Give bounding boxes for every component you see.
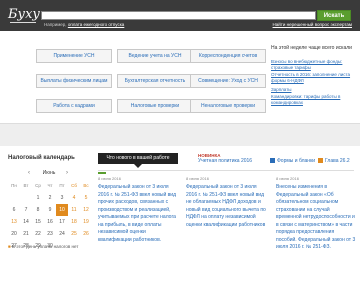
weekday-label: Пн — [11, 183, 17, 188]
calendar-legend: ■ В этот день уплаты налогов нет — [8, 244, 88, 250]
search-hint-example[interactable]: оплата ежегодного отпуска — [68, 22, 124, 27]
tab-pointer-icon — [134, 164, 142, 168]
calendar-day[interactable]: 3 — [56, 192, 68, 204]
news-text[interactable]: Федеральный закон от 3 июля 2016 г. № 25… — [98, 184, 178, 244]
calendar-day[interactable]: 11 — [68, 204, 80, 216]
calendar-weekdays: Пн Вт Ср Чт Пт Сб Вс — [8, 180, 92, 192]
calendar-week: 20 21 22 23 24 25 26 — [8, 228, 92, 240]
button-usn-accounting[interactable]: Ведение учета на УСН — [117, 49, 193, 63]
tab-chapter-label: Глава 26.2 — [325, 158, 350, 164]
search-hint: Например, оплата ежегодного отпуска — [44, 22, 124, 27]
tab-chapter-26-2[interactable]: Глава 26.2 — [318, 158, 350, 164]
faq-link-salary[interactable]: Зарплаты — [271, 87, 356, 93]
calendar-day[interactable]: 16 — [44, 216, 56, 228]
legend-marker-icon: ■ — [8, 244, 11, 249]
tab-forms-label: Формы и бланки — [277, 158, 316, 164]
weekday-label: Вс — [83, 183, 89, 188]
calendar-day[interactable]: 21 — [20, 228, 32, 240]
faq-title: На этой неделе чаще всего искали — [271, 45, 352, 51]
button-tax-audits[interactable]: Налоговые проверки — [117, 99, 193, 113]
calendar-day[interactable]: 25 — [68, 228, 80, 240]
calendar-month: Июнь — [42, 170, 56, 176]
calendar-day[interactable]: 23 — [44, 228, 56, 240]
calendar-day[interactable]: 9 — [44, 204, 56, 216]
news-item[interactable]: 8 июня 2016 Внесены изменения в Федераль… — [276, 176, 356, 252]
tab-forms[interactable]: Формы и бланки — [270, 158, 315, 164]
button-hr-work[interactable]: Работа с кадрами — [36, 99, 112, 113]
faq-link-6ndfl[interactable]: Отчетность в 2016: заполнение листа форм… — [271, 72, 356, 83]
calendar-day[interactable]: 18 — [68, 216, 80, 228]
weekday-label: Вт — [23, 183, 29, 188]
logo-underline — [10, 22, 36, 23]
tab-accounting-policy[interactable]: Учетная политика 2016 — [198, 158, 252, 164]
button-usn-application[interactable]: Применение УСН — [36, 49, 112, 63]
calendar-day[interactable]: 22 — [32, 228, 44, 240]
calendar-day[interactable] — [20, 192, 32, 204]
faq-link-trips[interactable]: Командировки: тарифы работы в командиров… — [271, 94, 356, 105]
calendar-week: 13 14 15 16 17 18 19 — [8, 216, 92, 228]
calendar-day[interactable]: 24 — [56, 228, 68, 240]
calendar-legend-text: В этот день уплаты налогов нет — [11, 244, 79, 249]
calendar-day[interactable]: 7 — [20, 204, 32, 216]
calendar-day[interactable]: 2 — [44, 192, 56, 204]
search-hint-prefix: Например, — [44, 22, 67, 27]
calendar-week: 6 7 8 9 10 11 12 — [8, 204, 92, 216]
news-date: 8 июня 2016 — [276, 176, 299, 181]
calendar-day[interactable]: 6 — [8, 204, 20, 216]
promo-band — [0, 123, 360, 146]
faq-link-insurance[interactable]: Взносы во внебюджетные фонды: страховые … — [271, 59, 356, 70]
calendar-day[interactable]: 5 — [80, 192, 92, 204]
calendar-day[interactable]: 1 — [32, 192, 44, 204]
news-date: 8 июня 2016 — [98, 176, 121, 181]
calendar-week: 1 2 3 4 5 — [8, 192, 92, 204]
calendar-day[interactable]: 4 — [68, 192, 80, 204]
weekday-label: Пт — [59, 183, 65, 188]
calendar-day[interactable]: 20 — [8, 228, 20, 240]
weekday-label: Сб — [71, 183, 77, 188]
button-nontax-audits[interactable]: Неналоговые проверки — [190, 99, 266, 113]
calendar-title: Налоговый календарь — [8, 155, 75, 161]
calendar-month-switcher: Июнь ‹ › — [8, 169, 90, 177]
button-account-correspondence[interactable]: Корреспонденция счетов — [190, 49, 266, 63]
next-month-icon[interactable]: › — [66, 169, 68, 177]
news-item[interactable]: 8 июня 2016 Федеральный закон от 3 июля … — [98, 176, 178, 244]
tab-whats-new[interactable]: Что нового в вашей работе — [98, 153, 178, 164]
calendar-day[interactable]: 19 — [80, 216, 92, 228]
tabs-divider — [98, 170, 354, 171]
calendar-day[interactable]: 14 — [20, 216, 32, 228]
calendar-day[interactable]: 26 — [80, 228, 92, 240]
weekday-label: Ср — [35, 183, 41, 188]
button-financial-statements[interactable]: Бухгалтерская отчетность — [117, 74, 193, 88]
search-input[interactable] — [42, 12, 315, 19]
search-button[interactable]: Искать — [317, 10, 351, 21]
button-payments-individuals[interactable]: Выплаты физическим лицам — [36, 74, 112, 88]
news-text[interactable]: Внесены изменения в Федеральный закон «О… — [276, 184, 356, 252]
calendar-day[interactable]: 13 — [8, 216, 20, 228]
news-date: 8 июня 2016 — [186, 176, 209, 181]
search-box[interactable] — [41, 11, 316, 20]
calendar-day[interactable]: 17 — [56, 216, 68, 228]
calendar-day[interactable]: 15 — [32, 216, 44, 228]
news-item[interactable]: 8 июня 2016 Федеральный закон от 3 июля … — [186, 176, 266, 229]
book-icon — [318, 158, 323, 163]
calendar-grid: Пн Вт Ср Чт Пт Сб Вс 1 2 3 4 5 6 7 8 9 1… — [8, 180, 92, 252]
calendar-day[interactable]: 12 — [80, 204, 92, 216]
calendar-day[interactable]: 8 — [32, 204, 44, 216]
top-header: Бухуч Искать Например, оплата ежегодного… — [0, 0, 360, 31]
forms-icon — [270, 158, 275, 163]
news-text[interactable]: Федеральный закон от 3 июля 2016 г. № 25… — [186, 184, 266, 229]
calendar-day[interactable] — [8, 192, 20, 204]
ask-expert-link[interactable]: Найти нерешенный вопрос экспертам — [273, 22, 352, 27]
weekday-label: Чт — [47, 183, 53, 188]
news-accent-bar — [98, 172, 106, 174]
calendar-day-today[interactable]: 10 — [56, 204, 68, 216]
button-combination-usn[interactable]: Совмещение: Уход с УСН — [190, 74, 266, 88]
prev-month-icon[interactable]: ‹ — [28, 169, 30, 177]
